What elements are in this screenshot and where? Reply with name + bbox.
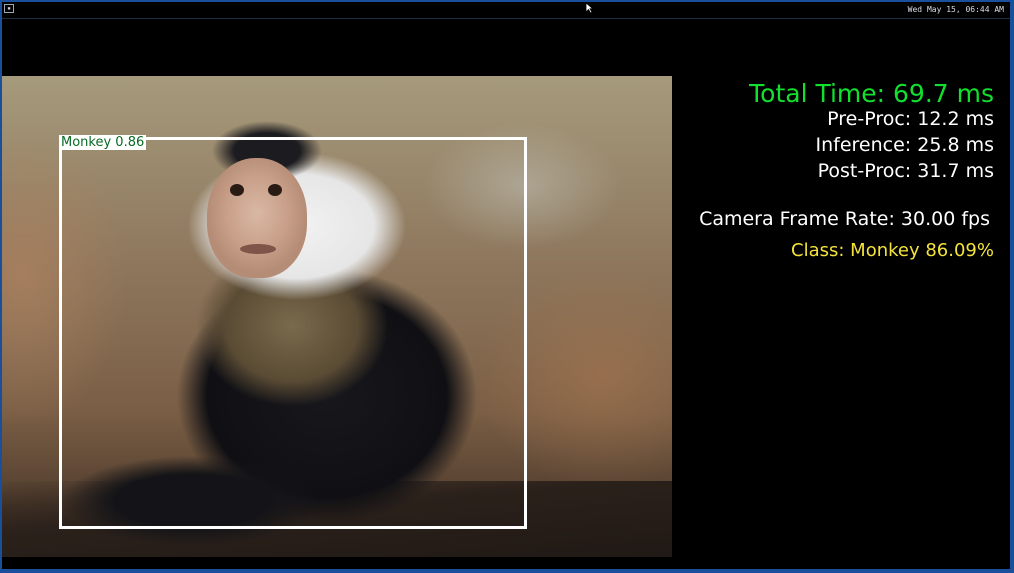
- pre-proc-time: Pre-Proc: 12.2 ms: [827, 108, 994, 130]
- detection-bounding-box: [59, 137, 527, 529]
- class-result: Class: Monkey 86.09%: [791, 240, 994, 261]
- camera-frame-rate: Camera Frame Rate: 30.00 fps: [699, 208, 990, 230]
- inference-time: Inference: 25.8 ms: [815, 134, 994, 156]
- detection-label: Monkey 0.86: [59, 135, 147, 150]
- app-screen: ▪ Wed May 15, 06:44 AM Monkey 0.86 Total…: [2, 2, 1010, 569]
- total-time: Total Time: 69.7 ms: [749, 79, 994, 108]
- menu-square-icon[interactable]: ▪: [4, 4, 14, 13]
- camera-feed: Monkey 0.86: [2, 76, 672, 557]
- mouse-cursor-icon: [585, 2, 594, 14]
- top-panel: ▪ Wed May 15, 06:44 AM: [2, 2, 1010, 19]
- post-proc-time: Post-Proc: 31.7 ms: [817, 160, 994, 182]
- clock[interactable]: Wed May 15, 06:44 AM: [908, 4, 1004, 15]
